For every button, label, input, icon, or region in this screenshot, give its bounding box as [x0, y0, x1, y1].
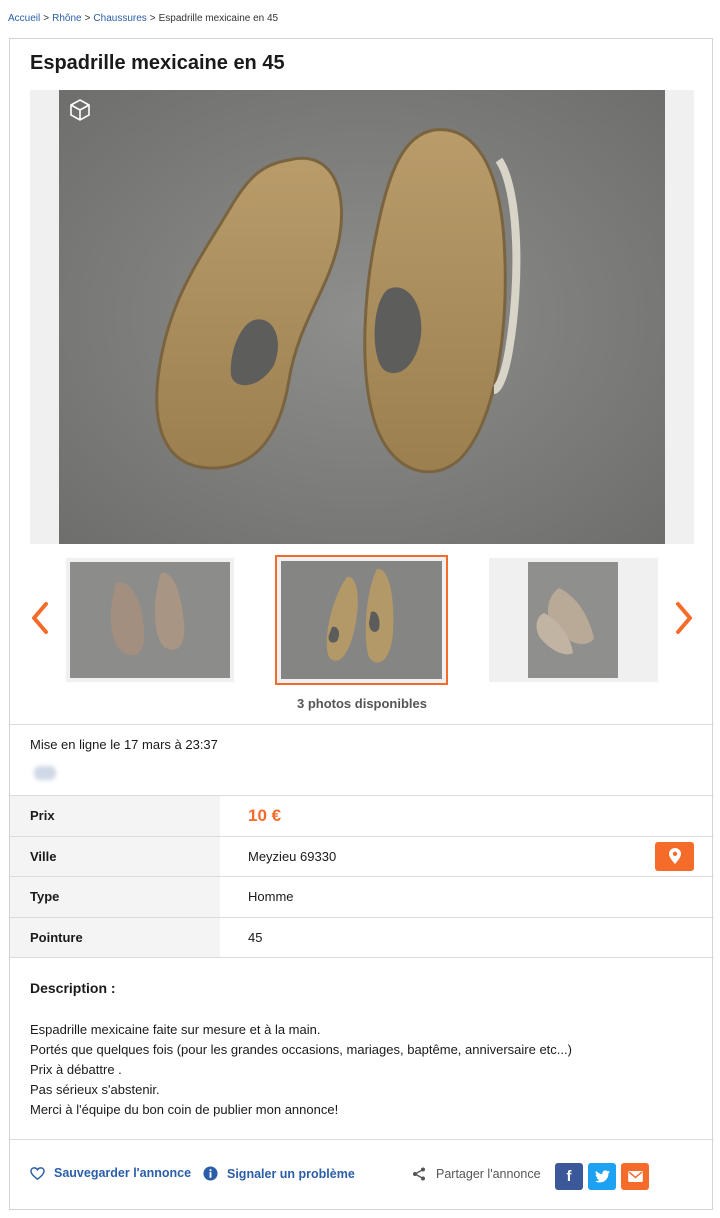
map-button[interactable]: [655, 841, 694, 871]
mail-icon: [627, 1171, 643, 1182]
table-row: Pointure 45: [10, 917, 714, 958]
photo-count: 3 photos disponibles: [296, 696, 427, 711]
breadcrumb-link-home[interactable]: Accueil: [8, 13, 40, 24]
report-problem-button[interactable]: Signaler un problème: [203, 1166, 355, 1181]
twitter-icon: [594, 1170, 610, 1183]
save-ad-button[interactable]: Sauvegarder l'annonce: [30, 1166, 191, 1180]
breadcrumb-current: Espadrille mexicaine en 45: [158, 13, 279, 24]
listing-title: Espadrille mexicaine en 45: [30, 52, 285, 74]
properties-table: Prix 10 € Ville Meyzieu 69330 Type Homme…: [10, 795, 714, 958]
price-value: 10 €: [248, 805, 282, 825]
thumbnail-2[interactable]: [275, 555, 448, 685]
description-heading: Description :: [30, 980, 116, 996]
map-pin-icon: [668, 848, 681, 864]
facebook-share-button[interactable]: f: [555, 1163, 583, 1190]
facebook-icon: f: [566, 1168, 572, 1185]
city-cell: Meyzieu 69330: [220, 836, 714, 877]
divider: [10, 724, 714, 725]
info-icon: [203, 1166, 218, 1181]
type-value: Homme: [248, 889, 294, 905]
cube-icon: [70, 99, 90, 121]
save-ad-label: Sauvegarder l'annonce: [54, 1166, 192, 1180]
chevron-right-icon[interactable]: [672, 600, 696, 636]
listing-card: Espadrille mexicaine en 45 3 photos disp…: [9, 38, 714, 1211]
table-row: Ville Meyzieu 69330: [10, 836, 714, 877]
mail-share-button[interactable]: [621, 1163, 649, 1190]
share-section: Partager l'annonce: [412, 1167, 541, 1181]
chevron-left-icon[interactable]: [28, 600, 52, 636]
table-row: Type Homme: [10, 876, 714, 917]
thumbnail-1[interactable]: [66, 558, 234, 682]
property-label: Prix: [10, 795, 220, 836]
breadcrumb-separator: >: [43, 13, 50, 24]
share-label: Partager l'annonce: [436, 1167, 541, 1181]
description-line: Espadrille mexicaine faite sur mesure et…: [30, 1022, 321, 1037]
listing-footer: Sauvegarder l'annonce Signaler un problè…: [10, 1139, 714, 1211]
breadcrumb-link-category[interactable]: Chaussures: [93, 13, 146, 24]
share-icon: [413, 1167, 425, 1181]
property-label: Ville: [10, 836, 220, 877]
description-line: Prix à débattre .: [30, 1062, 122, 1077]
breadcrumb: Accueil > Rhône > Chaussures > Espadrille mexi…: [8, 13, 278, 24]
size-value: 45: [248, 929, 263, 945]
breadcrumb-separator: >: [149, 13, 156, 24]
description-body: Espadrille mexicaine faite sur mesure et…: [30, 1020, 572, 1120]
main-photo[interactable]: [30, 90, 694, 544]
report-problem-label: Signaler un problème: [227, 1166, 355, 1181]
breadcrumb-link-region[interactable]: Rhône: [52, 13, 81, 24]
property-label: Pointure: [10, 917, 220, 958]
main-photo-image[interactable]: [59, 90, 665, 544]
property-label: Type: [10, 876, 220, 917]
posted-date: Mise en ligne le 17 mars à 23:37: [30, 737, 218, 752]
thumbnail-3[interactable]: [489, 558, 658, 682]
description-line: Merci à l'équipe du bon coin de publier …: [30, 1102, 339, 1117]
breadcrumb-separator: >: [84, 13, 91, 24]
heart-icon: [30, 1166, 45, 1180]
thumbnail-carousel: [10, 555, 714, 685]
city-value: Meyzieu 69330: [248, 848, 337, 864]
table-row: Prix 10 €: [10, 795, 714, 836]
description-line: Portés que quelques fois (pour les grand…: [30, 1042, 572, 1057]
twitter-share-button[interactable]: [588, 1163, 616, 1190]
blurred-badge: [34, 766, 56, 780]
description-line: Pas sérieux s'abstenir.: [30, 1082, 160, 1097]
